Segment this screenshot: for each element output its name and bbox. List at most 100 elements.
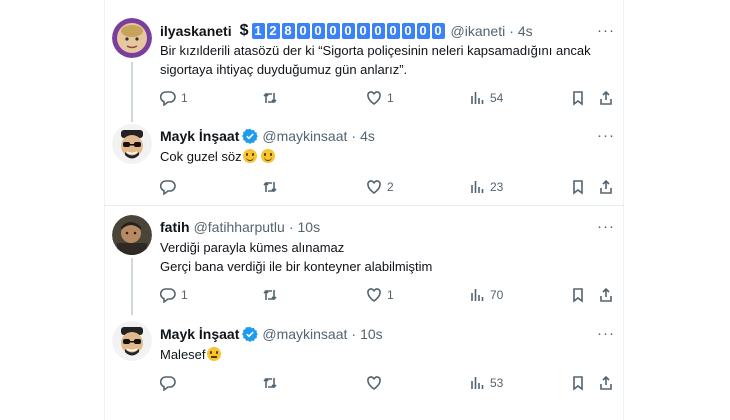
like-button[interactable] — [366, 373, 387, 393]
reply-icon — [160, 180, 176, 195]
share-icon — [600, 90, 612, 105]
digit-box: 1 — [251, 23, 265, 39]
reply-button[interactable] — [160, 373, 181, 393]
bookmark-button[interactable] — [570, 177, 586, 197]
bookmark-icon — [573, 180, 583, 195]
retweet-icon — [263, 92, 277, 104]
bookmark-button[interactable] — [570, 285, 586, 305]
bookmark-icon — [573, 288, 583, 303]
handle[interactable]: @fatihharputlu — [194, 218, 285, 236]
tweet-text-line: Verdiği parayla kümes alınamaz — [160, 240, 345, 255]
views-chart-icon — [471, 289, 484, 301]
views-button[interactable]: 70 — [469, 285, 503, 305]
separator-dot: · — [288, 219, 294, 235]
bookmark-icon — [573, 376, 583, 391]
view-count: 54 — [490, 91, 504, 105]
heart-icon — [367, 288, 381, 302]
reply-icon — [160, 376, 176, 391]
digit-box: 0 — [356, 23, 370, 39]
reply-button[interactable] — [160, 177, 181, 197]
views-chart-icon — [471, 377, 484, 389]
verified-badge-icon — [242, 326, 259, 342]
more-options-icon[interactable]: ··· — [597, 22, 614, 39]
grinning-face-emoji — [242, 149, 257, 163]
tweet-text-line: sigortaya ihtiyaç duyduğumuz gün anlarız… — [160, 62, 408, 77]
tweet-header: Mayk İnşaat @maykinsaat · 4s — [160, 127, 375, 145]
retweet-icon — [263, 181, 277, 193]
digit-box: 0 — [296, 23, 310, 39]
digit-box: 0 — [431, 23, 445, 39]
digit-box: 2 — [266, 23, 280, 39]
like-count: 1 — [387, 91, 394, 105]
pensive-face-emoji — [206, 347, 221, 361]
bookmark-button[interactable] — [570, 88, 586, 108]
share-button[interactable] — [598, 88, 614, 108]
share-button[interactable] — [598, 177, 614, 197]
tweet-actions: 1 1 54 — [160, 88, 620, 108]
thread-line — [131, 62, 133, 122]
share-button[interactable] — [598, 285, 614, 305]
display-name[interactable]: Mayk İnşaat — [160, 127, 239, 145]
avatar-maykinsaat[interactable] — [112, 124, 152, 164]
heart-icon — [367, 180, 381, 194]
like-button[interactable]: 2 — [366, 177, 394, 197]
digit-box: 0 — [401, 23, 415, 39]
views-chart-icon — [471, 92, 484, 104]
display-name[interactable]: fatih — [160, 218, 190, 236]
views-button[interactable]: 53 — [469, 373, 503, 393]
tweet-actions: 1 1 70 — [160, 285, 620, 305]
reply-button[interactable]: 1 — [160, 285, 188, 305]
share-button[interactable] — [598, 373, 614, 393]
timestamp[interactable]: 10s — [360, 325, 383, 343]
digit-box: 0 — [371, 23, 385, 39]
reply-button[interactable]: 1 — [160, 88, 188, 108]
tweet-header: ilyaskaneti $ 1 2 8 0 0 0 0 0 0 0 0 0 0 … — [160, 22, 533, 40]
view-count: 70 — [490, 288, 504, 302]
handle[interactable]: @maykinsaat — [262, 325, 347, 343]
avatar-image — [112, 215, 152, 255]
grinning-face-emoji — [261, 149, 276, 163]
reply-icon — [160, 288, 176, 303]
like-button[interactable]: 1 — [366, 88, 394, 108]
tweet-text: Malesef — [160, 345, 610, 364]
retweet-button[interactable] — [262, 285, 283, 305]
view-count: 53 — [490, 376, 504, 390]
digit-box: 0 — [326, 23, 340, 39]
avatar-image — [112, 18, 152, 58]
reply-count: 1 — [181, 91, 188, 105]
separator-dot: · — [351, 326, 357, 342]
retweet-button[interactable] — [262, 88, 283, 108]
retweet-button[interactable] — [262, 177, 283, 197]
handle[interactable]: @maykinsaat — [262, 127, 347, 145]
views-button[interactable]: 54 — [469, 88, 503, 108]
digit-box: 0 — [311, 23, 325, 39]
tweet-text-line: Cok guzel söz — [160, 149, 242, 164]
tweet-text-line: Bir kızılderili atasözü der ki “Sigorta … — [160, 43, 591, 58]
separator-dot: · — [509, 23, 514, 39]
avatar-ilyaskaneti[interactable] — [112, 18, 152, 58]
heart-icon — [367, 91, 381, 105]
views-chart-icon — [471, 181, 484, 193]
display-name[interactable]: ilyaskaneti — [160, 22, 232, 40]
timestamp[interactable]: 10s — [298, 218, 321, 236]
more-options-icon[interactable]: ··· — [597, 127, 614, 144]
like-count: 1 — [387, 288, 394, 302]
bookmark-button[interactable] — [570, 373, 586, 393]
heart-icon — [367, 376, 381, 390]
retweet-button[interactable] — [262, 373, 283, 393]
separator-dot: · — [351, 128, 357, 144]
more-options-icon[interactable]: ··· — [597, 218, 614, 235]
digit-box: 0 — [341, 23, 355, 39]
timestamp[interactable]: 4s — [360, 127, 375, 145]
timestamp[interactable]: 4s — [518, 22, 533, 40]
digit-box: 0 — [386, 23, 400, 39]
avatar-fatihharputlu[interactable] — [112, 215, 152, 255]
like-button[interactable]: 1 — [366, 285, 394, 305]
more-options-icon[interactable]: ··· — [597, 325, 614, 342]
handle[interactable]: @ikaneti — [451, 22, 506, 40]
tweet-text: Bir kızılderili atasözü der ki “Sigorta … — [160, 41, 610, 79]
avatar-maykinsaat[interactable] — [112, 321, 152, 361]
views-button[interactable]: 23 — [469, 177, 503, 197]
display-name[interactable]: Mayk İnşaat — [160, 325, 239, 343]
digit-box: 8 — [281, 23, 295, 39]
